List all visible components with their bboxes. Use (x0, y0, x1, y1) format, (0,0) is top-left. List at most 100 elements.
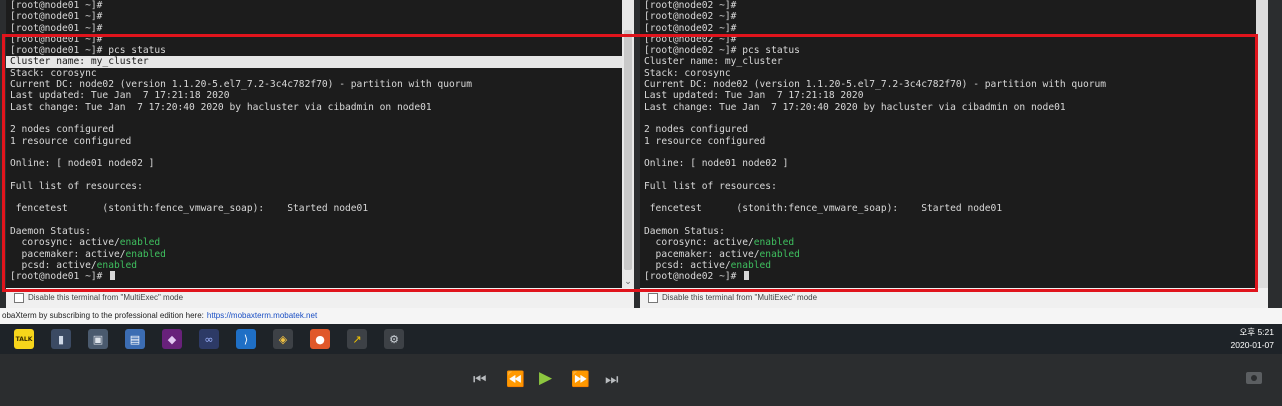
terminal-line-text: [root@node02 ~]# (644, 22, 737, 34)
terminal-line: Full list of resources: (6, 181, 622, 192)
scrollbar-thumb[interactable] (624, 30, 632, 270)
terminal-line: [root@node01 ~]# pcs status (6, 45, 622, 56)
terminal-line-text: 1 resource configured (10, 135, 132, 147)
terminal-line: 1 resource configured (6, 136, 622, 147)
terminal-line-text: Online: [ node01 node02 ] (644, 158, 789, 170)
terminal-node01[interactable]: [root@node01 ~]# [root@node01 ~]# [root@no… (6, 0, 622, 288)
terminal-line: Daemon Status: (640, 226, 1256, 237)
terminal-line: Last updated: Tue Jan 7 17:21:18 2020 (6, 90, 622, 101)
terminal-node02[interactable]: [root@node02 ~]# [root@node02 ~]# [root@no… (640, 0, 1256, 288)
terminal-line-text: pacemaker: active/ (10, 248, 126, 260)
terminal-line-text: Current DC: node02 (version 1.1.20-5.el7… (644, 79, 1107, 91)
terminal-line: Cluster name: my_cluster (640, 56, 1256, 67)
terminal-line: Online: [ node01 node02 ] (6, 158, 622, 169)
pin-app-icon[interactable]: ↗ (347, 329, 367, 349)
scroll-down-arrow-icon[interactable]: ⌄ (622, 276, 634, 288)
visual-studio-icon[interactable]: ◆ (162, 329, 182, 349)
terminal-line-text: Last change: Tue Jan 7 17:20:40 2020 by … (644, 101, 1066, 113)
windows-taskbar: TALK ▮ ▣ ▤ ◆ ∞ ⟩ ◈ ● ↗ ⚙ 오후 5:21 2020-01-07 (0, 324, 1282, 354)
terminal-line: fencetest (stonith:fence_vmware_soap): S… (6, 203, 622, 214)
taskbar-clock[interactable]: 오후 5:21 2020-01-07 (1231, 326, 1274, 352)
settings-app-icon[interactable]: ⚙ (384, 329, 404, 349)
link-app-icon[interactable]: ∞ (199, 329, 219, 349)
terminal-line: [root@node02 ~]# (640, 271, 1256, 282)
terminal-line-text: 1 resource configured (644, 135, 766, 147)
terminal-line: corosync: active/enabled (6, 237, 622, 248)
terminal-line-text: [root@node02 ~]# (644, 0, 737, 11)
terminal-line-text: [root@node01 ~]# (10, 0, 103, 11)
terminal-line: Online: [ node01 node02 ] (640, 158, 1256, 169)
monitor-app-icon[interactable]: ▣ (88, 329, 108, 349)
terminal-line: [root@node02 ~]# (640, 23, 1256, 34)
daemon-status-enabled: enabled (119, 237, 161, 249)
terminal-line: Cluster name: my_cluster (6, 56, 622, 68)
clock-time: 오후 5:21 (1239, 327, 1274, 337)
daemon-status-enabled: enabled (730, 259, 772, 271)
skip-forward-icon[interactable]: ⏭ (605, 370, 619, 388)
terminal-line-text: [root@node02 ~]# (644, 33, 737, 45)
daemon-status-enabled: enabled (96, 259, 138, 271)
terminal-line: Last updated: Tue Jan 7 17:21:18 2020 (640, 90, 1256, 101)
terminal-line-text: [root@node02 ~]# (644, 271, 743, 283)
terminal-line-text: [root@node01 ~]# (10, 33, 103, 45)
terminal-line: Current DC: node02 (version 1.1.20-5.el7… (6, 79, 622, 90)
terminal-line-text: Current DC: node02 (version 1.1.20-5.el7… (10, 79, 473, 91)
terminal-line-text: Online: [ node01 node02 ] (10, 158, 155, 170)
kakaotalk-icon[interactable]: TALK (14, 329, 34, 349)
video-player-controls: ⏮ ⏪ ▶ ⏩ ⏭ (0, 354, 1282, 406)
terminal-line-text: Last updated: Tue Jan 7 17:21:18 2020 (644, 90, 864, 102)
terminal-line: [root@node01 ~]# (6, 34, 622, 45)
terminal-line: 2 nodes configured (640, 124, 1256, 135)
terminal-app-icon[interactable]: ▮ (51, 329, 71, 349)
terminal-line-text: Last change: Tue Jan 7 17:20:40 2020 by … (10, 101, 432, 113)
terminal-line: Daemon Status: (6, 226, 622, 237)
terminal-line-text: [root@node01 ~]# pcs status (10, 45, 166, 57)
terminal-line: Last change: Tue Jan 7 17:20:40 2020 by … (640, 102, 1256, 113)
document-app-icon[interactable]: ▤ (125, 329, 145, 349)
terminal-line: [root@node01 ~]# (6, 271, 622, 282)
fast-forward-icon[interactable]: ⏩ (571, 370, 590, 388)
terminal-line: [root@node02 ~]# (640, 0, 1256, 11)
vscode-icon[interactable]: ⟩ (236, 329, 256, 349)
terminal-line: [root@node01 ~]# (6, 11, 622, 22)
terminal-line: [root@node02 ~]# (640, 34, 1256, 45)
terminal-line: pacemaker: active/enabled (640, 249, 1256, 260)
terminal-node01-scrollbar[interactable]: ⌄ (622, 0, 634, 288)
terminal-node02-scrollbar[interactable] (1256, 0, 1268, 288)
terminal-line: 1 resource configured (640, 136, 1256, 147)
terminal-line-text: [root@node01 ~]# (10, 11, 103, 23)
terminal-line: pacemaker: active/enabled (6, 249, 622, 260)
terminal-line: Stack: corosync (6, 68, 622, 79)
promo-text: obaXterm by subscribing to the professio… (2, 311, 204, 320)
terminal-line-text: fencetest (stonith:fence_vmware_soap): S… (644, 203, 1003, 215)
git-app-icon[interactable]: ◈ (273, 329, 293, 349)
terminal-line-text: 2 nodes configured (10, 124, 114, 136)
terminal-line: Stack: corosync (640, 68, 1256, 79)
terminal-line: [root@node01 ~]# (6, 23, 622, 34)
terminal-cursor (110, 271, 116, 281)
terminal-line-text: pcsd: active/ (644, 259, 731, 271)
multiexec-checkbox[interactable] (14, 293, 24, 303)
skip-back-icon[interactable]: ⏮ (473, 370, 487, 388)
multiexec-checkbox[interactable] (648, 293, 658, 303)
terminal-line-text: Full list of resources: (10, 180, 143, 192)
terminal-line: corosync: active/enabled (640, 237, 1256, 248)
rewind-icon[interactable]: ⏪ (506, 370, 525, 388)
postman-icon[interactable]: ● (310, 329, 330, 349)
play-icon[interactable]: ▶ (539, 368, 552, 388)
daemon-status-enabled: enabled (753, 237, 795, 249)
promo-link[interactable]: https://mobaxterm.mobatek.net (207, 311, 317, 320)
terminal-line-text: pacemaker: active/ (644, 248, 760, 260)
camera-snapshot-icon[interactable] (1246, 372, 1262, 384)
terminal-line: [root@node02 ~]# pcs status (640, 45, 1256, 56)
terminal-line: 2 nodes configured (6, 124, 622, 135)
terminal-line-text: [root@node01 ~]# (10, 22, 103, 34)
terminal-line-text: corosync: active/ (10, 237, 120, 249)
